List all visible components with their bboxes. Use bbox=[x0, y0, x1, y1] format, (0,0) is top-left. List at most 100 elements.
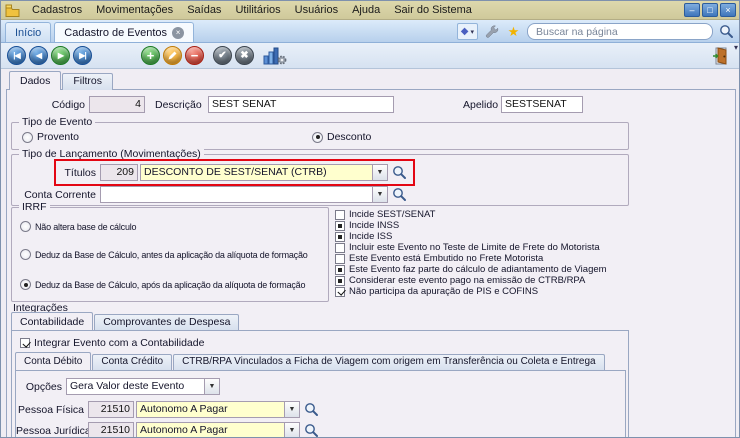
conta-corrente-combo[interactable]: ▼ bbox=[100, 186, 388, 203]
chevron-down-icon[interactable]: ▼ bbox=[372, 187, 387, 202]
titulos-search-icon[interactable] bbox=[392, 165, 408, 181]
radio-icon bbox=[20, 221, 31, 232]
irrf-title: IRRF bbox=[19, 201, 50, 213]
checkbox-adiantamento-viagem[interactable]: Este Evento faz parte do cálculo de adia… bbox=[335, 264, 607, 275]
checkbox-icon bbox=[335, 220, 345, 231]
pessoa-fisica-combo[interactable]: Autonomo A Pagar ▼ bbox=[136, 401, 300, 418]
checkbox-label: Este Evento está Embutido no Frete Motor… bbox=[349, 253, 544, 264]
radio-provento[interactable]: Provento bbox=[22, 131, 79, 143]
checkbox-nao-participa-pis-cofins[interactable]: Não participa da apuração de PIS e COFIN… bbox=[335, 286, 538, 297]
close-button[interactable]: × bbox=[720, 3, 736, 17]
codigo-field[interactable]: 4 bbox=[89, 96, 145, 113]
add-record-button[interactable]: + bbox=[141, 46, 160, 65]
checkbox-incluir-teste-limite-frete[interactable]: Incluir este Evento no Teste de Limite d… bbox=[335, 242, 600, 253]
search-icon[interactable] bbox=[718, 23, 735, 40]
tab-dados[interactable]: Dados bbox=[9, 71, 62, 90]
tab-cadastro-de-eventos[interactable]: Cadastro de Eventos × bbox=[54, 22, 195, 42]
nav-first-button[interactable]: |◀ bbox=[7, 46, 26, 65]
radio-icon bbox=[22, 131, 33, 143]
checkbox-icon bbox=[335, 286, 345, 297]
tab-contabilidade[interactable]: Contabilidade bbox=[11, 312, 94, 330]
pessoa-juridica-label: Pessoa Jurídica bbox=[16, 425, 91, 437]
checkbox-incide-sest-senat[interactable]: Incide SEST/SENAT bbox=[335, 209, 435, 220]
document-tabbar: Início Cadastro de Eventos × ◆ ▾ ★ bbox=[1, 20, 739, 43]
pessoa-fisica-combo-value: Autonomo A Pagar bbox=[140, 403, 228, 415]
chevron-down-icon[interactable]: ▼ bbox=[284, 423, 299, 437]
conta-corrente-label: Conta Corrente bbox=[24, 189, 96, 201]
chevron-down-icon[interactable]: ▼ bbox=[284, 402, 299, 417]
delete-record-button[interactable]: − bbox=[185, 46, 204, 65]
opcoes-combo-value: Gera Valor deste Evento bbox=[70, 380, 185, 392]
toolbar-overflow-icon[interactable]: ▾ bbox=[734, 43, 738, 52]
tab-inicio[interactable]: Início bbox=[5, 22, 52, 42]
apelido-label: Apelido bbox=[463, 99, 499, 111]
diamond-tool-button[interactable]: ◆ ▾ bbox=[456, 23, 478, 40]
opcoes-combo[interactable]: Gera Valor deste Evento ▼ bbox=[66, 378, 220, 395]
checkbox-label: Incluir este Evento no Teste de Limite d… bbox=[349, 242, 600, 253]
titulos-combo[interactable]: DESCONTO DE SEST/SENAT (CTRB) ▼ bbox=[140, 164, 388, 181]
window-controls: – □ × bbox=[684, 3, 739, 17]
radio-desconto[interactable]: Desconto bbox=[312, 131, 371, 143]
conta-debito-box: Opções Gera Valor deste Evento ▼ Pessoa … bbox=[15, 370, 626, 437]
tab-inicio-label: Início bbox=[15, 26, 42, 39]
chart-report-icon[interactable] bbox=[263, 47, 287, 68]
menu-usuarios[interactable]: Usuários bbox=[288, 2, 345, 18]
diamond-icon: ◆ bbox=[460, 26, 469, 37]
menu-ajuda[interactable]: Ajuda bbox=[345, 2, 387, 18]
conta-corrente-search-icon[interactable] bbox=[392, 187, 408, 203]
tab-comprovantes-de-despesa[interactable]: Comprovantes de Despesa bbox=[94, 314, 240, 330]
minimize-button[interactable]: – bbox=[684, 3, 700, 17]
pessoa-juridica-combo[interactable]: Autonomo A Pagar ▼ bbox=[136, 422, 300, 437]
descricao-label: Descrição bbox=[155, 99, 202, 111]
menu-sair-do-sistema[interactable]: Sair do Sistema bbox=[387, 2, 479, 18]
maximize-button[interactable]: □ bbox=[702, 3, 718, 17]
checkbox-integrar-contabilidade[interactable]: Integrar Evento com a Contabilidade bbox=[20, 337, 204, 349]
checkbox-label: Não participa da apuração de PIS e COFIN… bbox=[349, 286, 539, 297]
search-input[interactable] bbox=[527, 23, 713, 40]
pessoa-fisica-code-field[interactable]: 21510 bbox=[88, 401, 134, 418]
nav-next-button[interactable]: ▶ bbox=[51, 46, 70, 65]
groupbox-tipo-evento: Tipo de Evento Provento Desconto bbox=[11, 116, 629, 150]
titulos-code-field[interactable]: 209 bbox=[100, 164, 138, 181]
descricao-field[interactable]: SEST SENAT bbox=[208, 96, 394, 113]
nav-prev-button[interactable]: ◀ bbox=[29, 46, 48, 65]
exit-door-icon[interactable] bbox=[713, 47, 730, 68]
checkbox-incide-inss[interactable]: Incide INSS bbox=[335, 220, 399, 231]
pessoa-juridica-code-field[interactable]: 21510 bbox=[88, 422, 134, 437]
pencil-icon bbox=[168, 51, 177, 60]
radio-irrf-deduz-antes[interactable]: Deduz da Base de Cálculo, antes da aplic… bbox=[20, 249, 308, 260]
confirm-button[interactable]: ✔ bbox=[213, 46, 232, 65]
nav-last-button[interactable]: ▶| bbox=[73, 46, 92, 65]
radio-label: Deduz da Base de Cálculo, após da aplica… bbox=[35, 279, 306, 290]
menu-utilitarios[interactable]: Utilitários bbox=[228, 2, 287, 18]
edit-record-button[interactable] bbox=[163, 46, 182, 65]
star-icon[interactable]: ★ bbox=[505, 23, 522, 40]
radio-irrf-nao-altera[interactable]: Não altera base de cálculo bbox=[20, 221, 137, 232]
tab-conta-debito[interactable]: Conta Débito bbox=[15, 352, 92, 370]
menu-saidas[interactable]: Saídas bbox=[180, 2, 228, 18]
tab-close-icon[interactable]: × bbox=[172, 26, 185, 39]
checkbox-icon bbox=[335, 242, 345, 253]
tab-conta-credito[interactable]: Conta Crédito bbox=[92, 354, 173, 370]
codigo-label: Código bbox=[51, 99, 85, 111]
integracoes-tabs: Contabilidade Comprovantes de Despesa bbox=[11, 312, 240, 330]
checkbox-incide-iss[interactable]: Incide ISS bbox=[335, 231, 392, 242]
checkbox-embutido-frete-motorista[interactable]: Este Evento está Embutido no Frete Motor… bbox=[335, 253, 543, 264]
pessoa-juridica-search-icon[interactable] bbox=[304, 423, 320, 437]
tab-ctrb-rpa-vinculados[interactable]: CTRB/RPA Vinculados a Ficha de Viagem co… bbox=[173, 354, 605, 370]
apelido-field[interactable]: SESTSENAT bbox=[501, 96, 583, 113]
radio-irrf-deduz-apos[interactable]: Deduz da Base de Cálculo, após da aplica… bbox=[20, 279, 305, 290]
chevron-down-icon[interactable]: ▼ bbox=[372, 165, 387, 180]
tab-cadastro-label: Cadastro de Eventos bbox=[64, 26, 168, 39]
checkbox-pago-emissao-ctrb-rpa[interactable]: Considerar este evento pago na emissão d… bbox=[335, 275, 585, 286]
checkbox-label: Integrar Evento com a Contabilidade bbox=[34, 337, 205, 349]
menu-movimentacoes[interactable]: Movimentações bbox=[89, 2, 180, 18]
chevron-down-icon[interactable]: ▼ bbox=[204, 379, 219, 394]
pessoa-fisica-search-icon[interactable] bbox=[304, 402, 320, 418]
wrench-icon[interactable] bbox=[483, 23, 500, 40]
contabilidade-box: Integrar Evento com a Contabilidade Cont… bbox=[11, 330, 629, 437]
tab-filtros[interactable]: Filtros bbox=[62, 73, 113, 90]
cancel-button[interactable]: ✖ bbox=[235, 46, 254, 65]
menu-cadastros[interactable]: Cadastros bbox=[25, 2, 89, 18]
checkbox-label: Incide ISS bbox=[349, 231, 393, 242]
